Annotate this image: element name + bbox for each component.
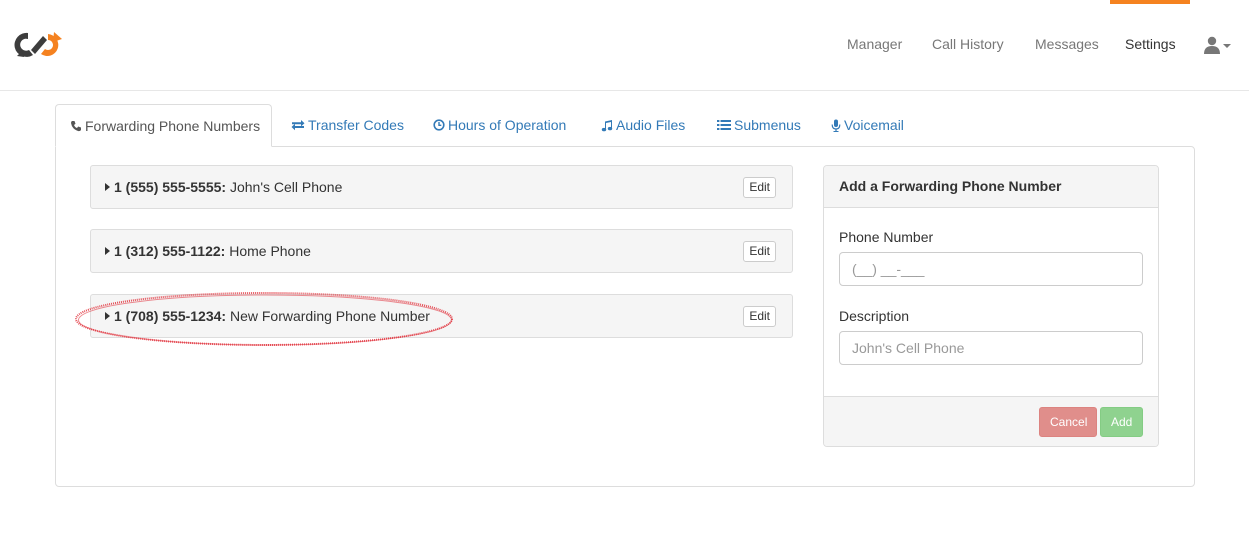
edit-button[interactable]: Edit <box>743 241 776 262</box>
tab-voicemail[interactable]: Voicemail <box>817 104 918 147</box>
brand-logo-icon[interactable] <box>14 30 64 60</box>
tab-label: Transfer Codes <box>308 117 404 133</box>
phone-description: John's Cell Phone <box>229 179 343 195</box>
top-navbar: Manager Call History Messages Settings <box>0 0 1249 91</box>
add-panel-title: Add a Forwarding Phone Number <box>824 166 1158 208</box>
nav-link-manager[interactable]: Manager <box>847 36 902 52</box>
add-button[interactable]: Add <box>1100 407 1143 437</box>
add-panel-footer: Cancel Add <box>824 396 1158 446</box>
caret-down-icon <box>1223 44 1231 48</box>
phone-entry-text: 1 (708) 555-1234: New Forwarding Phone N… <box>114 308 430 324</box>
list-icon <box>717 120 731 131</box>
phone-entry[interactable]: 1 (555) 555-5555: John's Cell Phone Edit <box>90 165 793 209</box>
phone-number: 1 (312) 555-1122: <box>114 243 226 259</box>
nav-link-messages[interactable]: Messages <box>1035 36 1099 52</box>
expand-caret-icon[interactable] <box>105 247 110 255</box>
phone-description: New Forwarding Phone Number <box>229 308 430 324</box>
phone-entry[interactable]: 1 (312) 555-1122: Home Phone Edit <box>90 229 793 273</box>
clock-icon <box>433 119 445 131</box>
add-forwarding-panel: Add a Forwarding Phone Number Phone Numb… <box>823 165 1159 447</box>
phone-number-label: Phone Number <box>839 229 934 245</box>
phone-icon <box>71 121 81 132</box>
phone-entry-text: 1 (312) 555-1122: Home Phone <box>114 243 311 259</box>
tab-label: Voicemail <box>844 117 904 133</box>
nav-link-settings[interactable]: Settings <box>1125 36 1176 52</box>
phone-description: Home Phone <box>229 243 311 259</box>
phone-entry-text: 1 (555) 555-5555: John's Cell Phone <box>114 179 342 195</box>
tab-submenus[interactable]: Submenus <box>703 104 815 147</box>
tab-label: Submenus <box>734 117 801 133</box>
phone-number: 1 (555) 555-5555: <box>114 179 227 195</box>
cancel-button[interactable]: Cancel <box>1039 407 1097 437</box>
tab-transfer-codes[interactable]: Transfer Codes <box>277 104 418 147</box>
microphone-icon <box>831 119 841 132</box>
nav-link-call-history[interactable]: Call History <box>932 36 1004 52</box>
phone-entry[interactable]: 1 (708) 555-1234: New Forwarding Phone N… <box>90 294 793 338</box>
phone-number: 1 (708) 555-1234: <box>114 308 227 324</box>
tab-label: Forwarding Phone Numbers <box>85 118 261 134</box>
phone-number-input[interactable] <box>839 252 1143 286</box>
tab-forwarding-phone-numbers[interactable]: Forwarding Phone Numbers <box>55 104 272 147</box>
expand-caret-icon[interactable] <box>105 312 110 320</box>
description-label: Description <box>839 308 910 324</box>
tab-label: Hours of Operation <box>448 117 567 133</box>
transfer-arrows-icon <box>291 120 305 131</box>
tab-label: Audio Files <box>616 117 686 133</box>
music-note-icon <box>601 119 613 132</box>
edit-button[interactable]: Edit <box>743 306 776 327</box>
user-icon <box>1204 36 1220 54</box>
active-nav-indicator <box>1110 0 1190 4</box>
tab-hours-of-operation[interactable]: Hours of Operation <box>419 104 580 147</box>
edit-button[interactable]: Edit <box>743 177 776 198</box>
tab-audio-files[interactable]: Audio Files <box>587 104 699 147</box>
expand-caret-icon[interactable] <box>105 183 110 191</box>
user-menu[interactable] <box>1203 35 1233 55</box>
description-input[interactable] <box>839 331 1143 365</box>
